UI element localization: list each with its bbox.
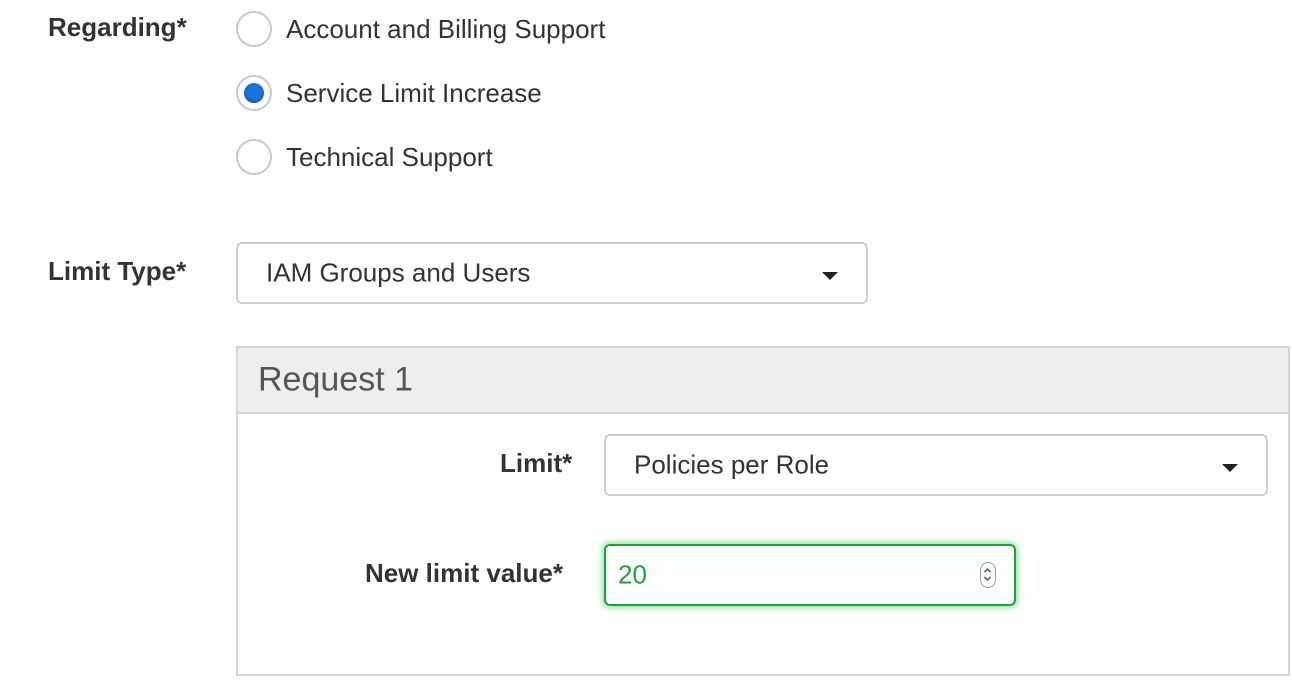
request-panel-title: Request 1 [258,360,413,399]
radio-technical-support-circle[interactable] [236,139,272,175]
limit-label: Limit* [500,448,573,478]
limit-select[interactable]: Policies per Role [604,434,1268,496]
radio-service-limit-increase-label[interactable]: Service Limit Increase [286,78,542,109]
new-limit-value-text[interactable]: 20 [618,560,647,591]
radio-service-limit-increase-circle[interactable] [236,75,272,111]
limit-type-selected-value: IAM Groups and Users [266,257,531,288]
support-case-form: Regarding* Account and Billing Support S… [0,0,1292,700]
radio-technical-support[interactable]: Technical Support [236,137,493,177]
new-limit-value-label: New limit value* [365,558,563,588]
limit-type-label: Limit Type* [48,256,187,286]
caret-down-icon [1222,464,1238,472]
radio-service-limit-increase[interactable]: Service Limit Increase [236,73,542,113]
limit-type-select[interactable]: IAM Groups and Users [236,242,868,304]
radio-account-billing[interactable]: Account and Billing Support [236,9,605,49]
radio-technical-support-label[interactable]: Technical Support [286,142,493,173]
spinner-arrows-icon [983,567,992,582]
request-panel-header: Request 1 [238,348,1288,414]
number-spinner-icon[interactable] [980,562,996,588]
new-limit-value-input[interactable]: 20 [604,544,1016,606]
request-panel: Request 1 [236,346,1290,676]
limit-selected-value: Policies per Role [634,449,830,480]
caret-down-icon [822,272,838,280]
regarding-label: Regarding* [48,12,187,42]
radio-account-billing-label[interactable]: Account and Billing Support [286,14,605,45]
radio-account-billing-circle[interactable] [236,11,272,47]
